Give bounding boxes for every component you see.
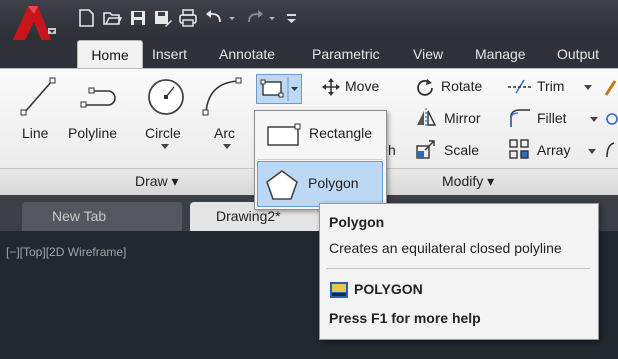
stretch-label[interactable]: h [388, 142, 396, 158]
polygon-tooltip: Polygon Creates an equilateral closed po… [319, 203, 599, 340]
rotate-icon[interactable] [415, 77, 435, 97]
draw-order-icon[interactable] [603, 77, 618, 99]
mirror-label[interactable]: Mirror [444, 110, 481, 126]
menu-item-rectangle[interactable]: Rectangle [257, 113, 383, 158]
array-icon[interactable] [508, 138, 530, 160]
undo-icon[interactable] [204, 8, 238, 28]
scale-label[interactable]: Scale [444, 142, 479, 158]
save-as-icon[interactable] [153, 8, 173, 28]
circle-icon[interactable] [144, 75, 188, 119]
application-menu-button[interactable] [8, 4, 58, 44]
tab-home[interactable]: Home [77, 40, 143, 69]
polygon-menu-label: Polygon [308, 175, 359, 191]
tab-manage[interactable]: Manage [475, 40, 526, 68]
array-dropdown-arrow[interactable] [588, 149, 596, 155]
polygon-icon [266, 170, 298, 200]
arc-tool-label[interactable]: Arc [214, 125, 235, 141]
tab-output[interactable]: Output [557, 40, 599, 68]
tab-insert[interactable]: Insert [152, 40, 187, 68]
arc-dropdown-arrow[interactable] [223, 144, 231, 150]
rectangle-split-button[interactable] [256, 74, 302, 104]
rectangle-menu-label: Rectangle [309, 125, 373, 141]
shape-dropdown-menu: Rectangle Polygon [254, 110, 387, 210]
trim-icon[interactable] [506, 79, 534, 95]
print-icon[interactable] [178, 8, 198, 28]
new-tab-label: New Tab [52, 208, 107, 224]
fillet-label[interactable]: Fillet [537, 110, 567, 126]
open-icon[interactable] [102, 8, 123, 28]
rotate-label[interactable]: Rotate [441, 78, 482, 94]
line-icon[interactable] [18, 75, 58, 119]
draw-panel-title[interactable]: Draw ▾ [135, 173, 179, 190]
new-icon[interactable] [76, 8, 96, 28]
tab-view[interactable]: View [413, 40, 443, 68]
tab-new-tab[interactable]: New Tab [22, 202, 182, 231]
fillet-icon[interactable] [508, 107, 532, 129]
customize-toolbar-icon[interactable] [285, 8, 299, 28]
tooltip-command: POLYGON [354, 281, 423, 297]
ribbon-tabs: Home Insert Annotate Parametric View Man… [0, 40, 618, 69]
title-bar [0, 0, 618, 42]
trim-dropdown-arrow[interactable] [584, 85, 592, 91]
tooltip-help-text: Press F1 for more help [329, 310, 481, 326]
redo-icon[interactable] [245, 8, 279, 28]
mirror-icon[interactable] [415, 107, 437, 129]
edit-icon[interactable] [605, 109, 618, 129]
rectangle-icon [260, 77, 298, 101]
array-label[interactable]: Array [537, 142, 570, 158]
join-icon[interactable] [604, 139, 618, 161]
modify-panel-title[interactable]: Modify ▾ [442, 173, 494, 190]
menu-item-polygon[interactable]: Polygon [257, 161, 383, 207]
polyline-tool-label[interactable]: Polyline [68, 125, 117, 141]
scale-icon[interactable] [415, 138, 437, 160]
circle-tool-label[interactable]: Circle [145, 125, 181, 141]
rectangle-icon [267, 123, 301, 146]
tooltip-description: Creates an equilateral closed polyline [329, 240, 562, 256]
command-icon [330, 282, 348, 298]
trim-label[interactable]: Trim [537, 78, 564, 94]
tooltip-title: Polygon [329, 214, 385, 230]
arc-icon[interactable] [200, 75, 246, 119]
move-icon[interactable] [321, 77, 341, 97]
menu-divider [257, 159, 383, 160]
tooltip-divider [326, 268, 590, 269]
polyline-icon[interactable] [78, 77, 124, 117]
circle-dropdown-arrow[interactable] [161, 144, 169, 150]
move-label[interactable]: Move [345, 78, 379, 94]
save-icon[interactable] [128, 8, 148, 28]
tab-annotate[interactable]: Annotate [219, 40, 275, 68]
fillet-dropdown-arrow[interactable] [590, 117, 598, 123]
tab-parametric[interactable]: Parametric [312, 40, 380, 68]
viewport-label[interactable]: [−][Top][2D Wireframe] [6, 245, 126, 259]
line-tool-label[interactable]: Line [22, 125, 48, 141]
